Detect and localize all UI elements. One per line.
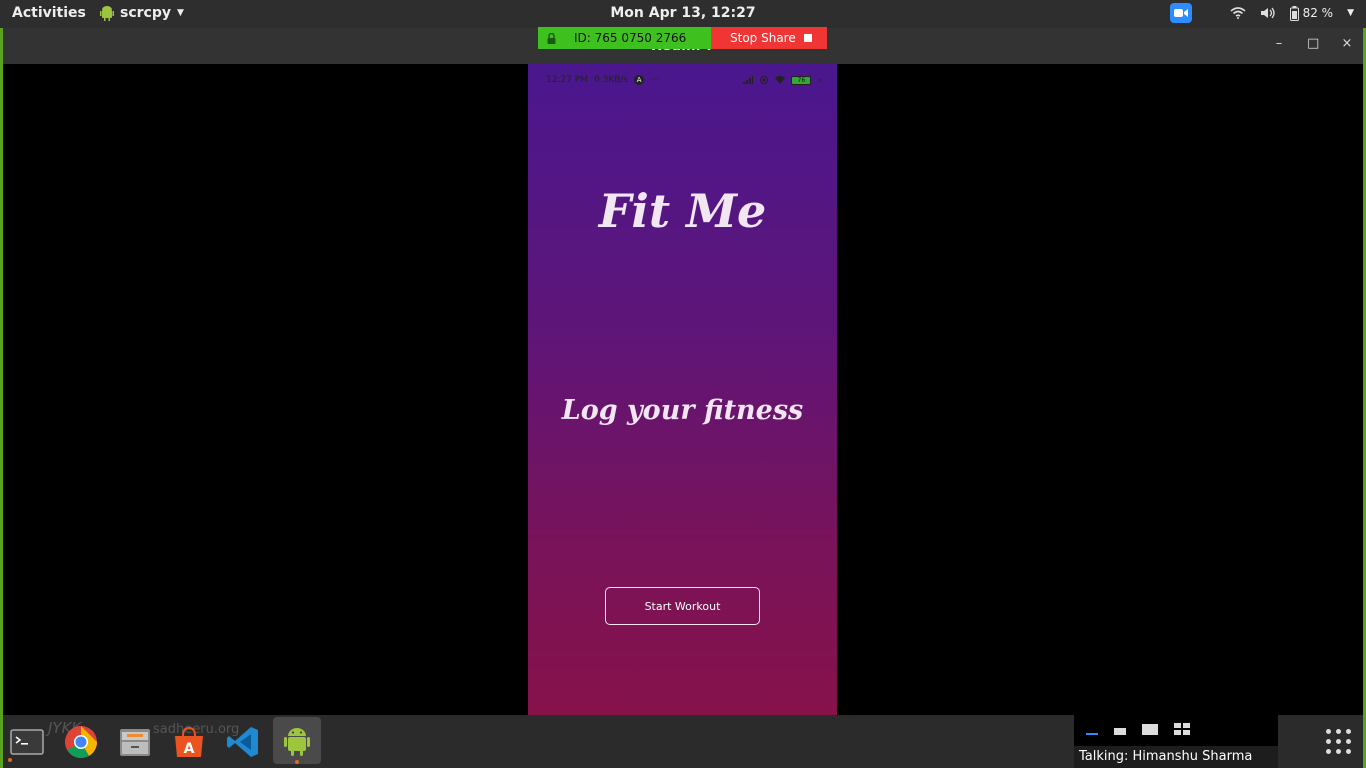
dock-item-scrcpy[interactable] [273, 717, 321, 764]
svg-text:A: A [184, 741, 195, 757]
running-indicator [8, 758, 12, 762]
gallery-view-icon[interactable] [1174, 723, 1190, 735]
active-speaker-label: Talking: Himanshu Sharma [1074, 746, 1278, 768]
app-tagline: Log your fitness [561, 395, 804, 426]
window-controls: – □ × [1273, 36, 1353, 51]
dock-item-chrome[interactable] [60, 721, 102, 763]
software-icon: A [175, 726, 203, 757]
chevron-down-icon: ▼ [1347, 8, 1354, 18]
thumbnail-view-icon[interactable] [1114, 728, 1126, 735]
maximize-icon[interactable]: □ [1307, 36, 1319, 51]
gnome-top-bar: Activities scrcpy ▼ Mon Apr 13, 12:27 82… [0, 0, 1366, 28]
speaker-view-icon[interactable] [1142, 724, 1158, 735]
battery-icon [1289, 5, 1299, 21]
stop-share-label: Stop Share [730, 31, 796, 45]
android-icon [284, 727, 310, 756]
meeting-id-panel[interactable]: ID: 765 0750 2766 [538, 27, 711, 49]
dock-item-software[interactable]: A [168, 721, 210, 763]
wifi-icon [775, 76, 786, 84]
phone-status-bar: 12:27 PM 0.3KB/s A ··· 76 ⚡ [546, 73, 823, 87]
charging-icon: ⚡ [817, 75, 823, 85]
wifi-icon [1230, 7, 1246, 19]
view-mode-switcher [1086, 723, 1190, 735]
dock-item-terminal[interactable] [6, 721, 48, 763]
minimize-view-icon[interactable] [1086, 733, 1098, 735]
phone-status-time: 12:27 PM [546, 75, 588, 85]
clock[interactable]: Mon Apr 13, 12:27 [0, 5, 1366, 21]
start-workout-button[interactable]: Start Workout [605, 587, 760, 625]
show-applications-icon[interactable] [1326, 729, 1352, 755]
app-title: Fit Me [598, 184, 767, 238]
system-tray[interactable]: 82 % ▼ [1169, 3, 1354, 23]
vscode-icon [227, 727, 258, 757]
phone-status-speed: 0.3KB/s [594, 75, 629, 85]
zoom-tray-icon[interactable] [1169, 3, 1192, 23]
files-icon [120, 729, 150, 756]
close-icon[interactable]: × [1341, 36, 1353, 51]
running-indicator [295, 760, 299, 764]
phone-screen[interactable]: 12:27 PM 0.3KB/s A ··· 76 ⚡ Fit Me Log y… [528, 64, 837, 715]
terminal-icon [10, 729, 44, 755]
stop-icon [803, 34, 812, 42]
lock-icon [547, 32, 556, 44]
more-notifications: ··· [650, 75, 659, 85]
zoom-video-panel[interactable]: Talking: Himanshu Sharma [1074, 715, 1278, 768]
meeting-id: ID: 765 0750 2766 [574, 31, 687, 45]
zoom-share-bar: ID: 765 0750 2766 Stop Share [538, 27, 827, 49]
hotspot-icon [760, 76, 769, 84]
dock-item-vscode[interactable] [222, 721, 264, 763]
signal-icon [743, 76, 754, 84]
battery-percent: 82 % [1302, 6, 1334, 20]
phone-battery-icon: 76 [791, 75, 812, 85]
notification-icon: A [634, 75, 645, 85]
volume-icon [1260, 7, 1275, 19]
chrome-icon [65, 726, 98, 759]
minimize-icon[interactable]: – [1273, 36, 1285, 51]
dock-item-files[interactable] [114, 721, 156, 763]
stop-share-button[interactable]: Stop Share [711, 27, 827, 49]
